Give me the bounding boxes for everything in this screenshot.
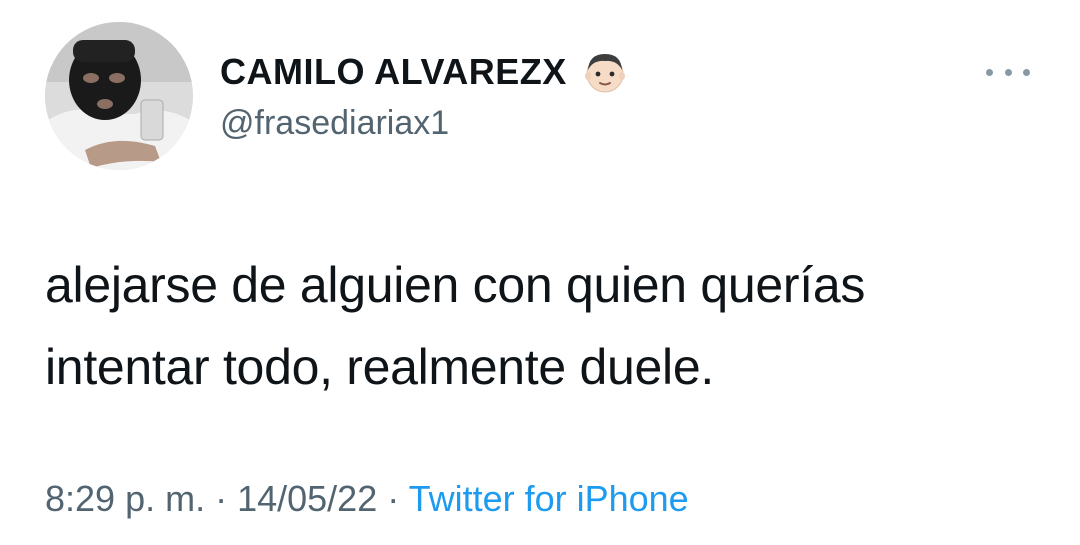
tweet-text-line: intentar todo, realmente duele. — [45, 339, 714, 395]
more-dot — [1004, 68, 1012, 76]
meta-separator: · — [377, 478, 409, 519]
tweet-meta: 8:29 p. m. · 14/05/22 · Twitter for iPho… — [45, 478, 689, 520]
display-name-row: CAMILO ALVAREZX — [220, 46, 629, 98]
avatar-image — [45, 22, 193, 170]
tweet-card: CAMILO ALVAREZX @frasediariax1 alejarse … — [0, 0, 1080, 545]
tweet-time[interactable]: 8:29 p. m. — [45, 478, 205, 519]
avatar[interactable] — [45, 22, 193, 170]
user-handle[interactable]: @frasediariax1 — [220, 104, 449, 143]
more-dot — [1023, 68, 1030, 76]
tweet-text-line: alejarse de alguien con quien querías — [45, 257, 866, 313]
display-name[interactable]: CAMILO ALVAREZX — [220, 51, 567, 93]
tweet-text: alejarse de alguien con quien querías in… — [45, 244, 1045, 408]
more-dot — [986, 68, 993, 76]
boy-face-emoji-icon — [581, 48, 629, 96]
meta-separator: · — [205, 478, 238, 519]
more-horizontal-icon[interactable] — [986, 62, 1030, 82]
tweet-date[interactable]: 14/05/22 — [237, 478, 377, 519]
tweet-source-link[interactable]: Twitter for iPhone — [409, 478, 689, 519]
